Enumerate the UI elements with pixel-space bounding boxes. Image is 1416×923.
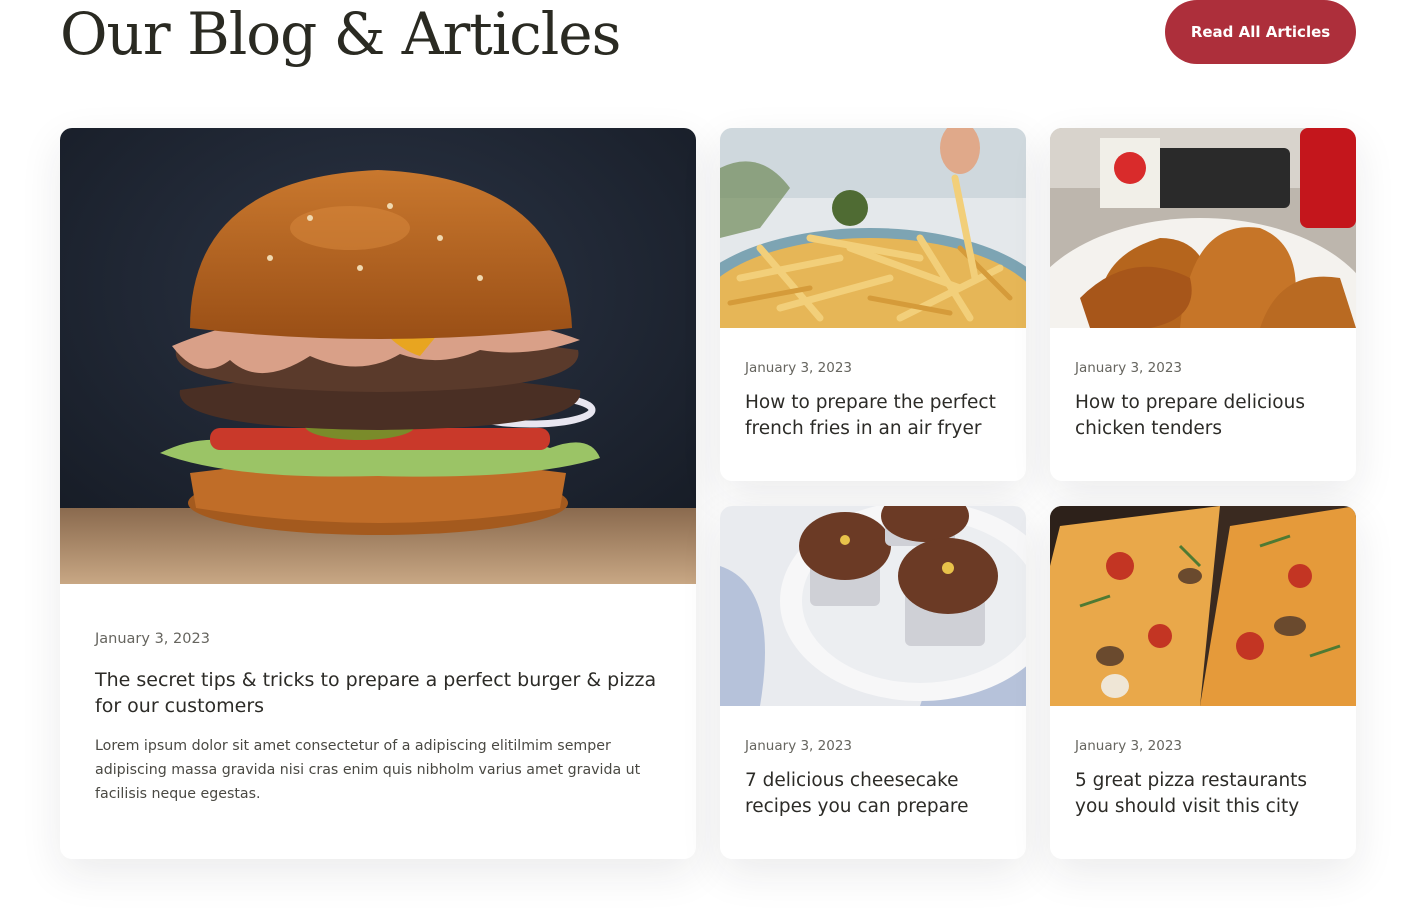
article-date: January 3, 2023 xyxy=(95,631,210,647)
article-card[interactable]: January 3, 2023 How to prepare delicious… xyxy=(1050,128,1356,481)
article-date: January 3, 2023 xyxy=(745,360,852,376)
article-card[interactable]: January 3, 2023 How to prepare the perfe… xyxy=(720,128,1026,481)
article-title[interactable]: The secret tips & tricks to prepare a pe… xyxy=(95,667,675,719)
article-date: January 3, 2023 xyxy=(1075,738,1182,754)
article-title[interactable]: How to prepare the perfect french fries … xyxy=(745,390,1007,442)
cupcakes-image[interactable] xyxy=(720,506,1026,706)
article-title[interactable]: 5 great pizza restaurants you should vis… xyxy=(1075,768,1337,820)
pizza-image[interactable] xyxy=(1050,506,1356,706)
article-excerpt: Lorem ipsum dolor sit amet consectetur o… xyxy=(95,738,641,802)
read-all-articles-button[interactable]: Read All Articles xyxy=(1165,0,1356,64)
burger-image[interactable] xyxy=(60,128,696,584)
article-title[interactable]: How to prepare delicious chicken tenders xyxy=(1075,390,1337,442)
article-card[interactable]: January 3, 2023 5 great pizza restaurant… xyxy=(1050,506,1356,859)
featured-article-card[interactable]: January 3, 2023 The secret tips & tricks… xyxy=(60,128,696,859)
article-card[interactable]: January 3, 2023 7 delicious cheesecake r… xyxy=(720,506,1026,859)
article-date: January 3, 2023 xyxy=(745,738,852,754)
french-fries-image[interactable] xyxy=(720,128,1026,328)
article-title[interactable]: 7 delicious cheesecake recipes you can p… xyxy=(745,768,1007,820)
page-title: Our Blog & Articles xyxy=(60,0,621,68)
article-date: January 3, 2023 xyxy=(1075,360,1182,376)
chicken-tenders-image[interactable] xyxy=(1050,128,1356,328)
